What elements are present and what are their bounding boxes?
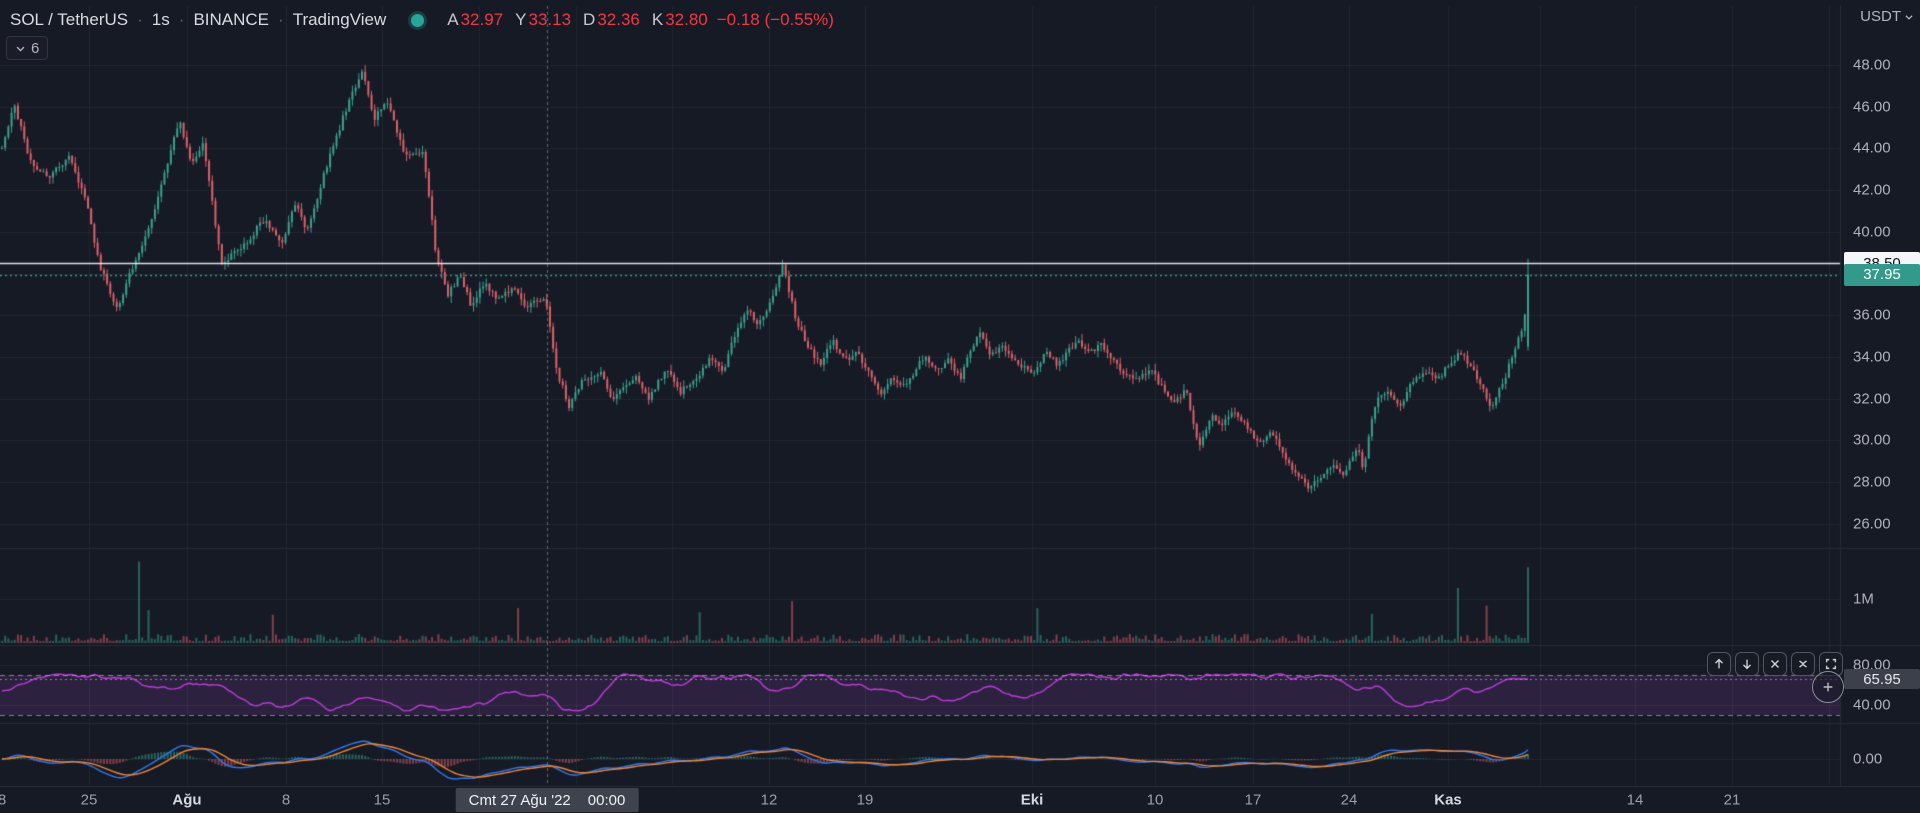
ohlc-letter: Y	[515, 10, 526, 30]
time-tick: 8	[0, 792, 6, 809]
ohlc-pair: Y33.13	[515, 10, 571, 30]
rsi-tick: 40.00	[1853, 697, 1891, 714]
time-tick: 25	[81, 792, 98, 809]
price-scale-currency-menu[interactable]: USDT	[1860, 8, 1914, 25]
currency-label: USDT	[1860, 8, 1901, 25]
ohlc-values: A32.97 Y33.13 D32.36 K32.80	[447, 10, 708, 30]
chevron-down-icon	[15, 43, 26, 54]
time-scale[interactable]: Cmt 27 Ağu '22 00:00 8 25 Ağu 8 15 12 19 Eki 10 1…	[0, 786, 1920, 813]
ohlc-letter: D	[583, 10, 595, 30]
collapse-pane-button[interactable]	[1791, 652, 1815, 676]
time-tick: Ağu	[172, 792, 201, 809]
ohlc-letter: A	[447, 10, 458, 30]
exchange-label: BINANCE	[193, 10, 269, 30]
crosshair-time: 00:00	[588, 792, 626, 809]
price-tick: 34.00	[1853, 348, 1891, 365]
price-tick: 42.00	[1853, 182, 1891, 199]
chart-legend[interactable]: SOL / TetherUS · 1s · BINANCE · TradingV…	[10, 10, 834, 30]
time-tick: 17	[1245, 792, 1262, 809]
ohlc-value: 32.36	[597, 10, 640, 30]
separator: ·	[137, 10, 143, 30]
move-pane-down-button[interactable]	[1735, 652, 1759, 676]
price-tick: 48.00	[1853, 57, 1891, 74]
last-price-label: 37.95	[1844, 264, 1920, 286]
ohlc-pair: D32.36	[583, 10, 640, 30]
price-tick: 32.00	[1853, 390, 1891, 407]
platform-label: TradingView	[293, 10, 387, 30]
ohlc-letter: K	[652, 10, 663, 30]
price-tick: 46.00	[1853, 98, 1891, 115]
close-pane-button[interactable]	[1763, 652, 1787, 676]
time-tick: Kas	[1434, 792, 1462, 809]
separator: ·	[179, 10, 185, 30]
time-tick: 15	[374, 792, 391, 809]
hidden-indicator-count: 6	[31, 40, 39, 57]
time-tick: 21	[1724, 792, 1741, 809]
macd-tick: 0.00	[1853, 751, 1882, 768]
change-value: −0.18 (−0.55%)	[717, 10, 834, 30]
time-tick: 14	[1627, 792, 1644, 809]
object-tree-collapse-button[interactable]: 6	[6, 36, 48, 60]
last-price-value: 37.95	[1863, 266, 1901, 283]
time-tick: 8	[282, 792, 290, 809]
price-tick: 36.00	[1853, 307, 1891, 324]
tradingview-chart-window: SOL / TetherUS · 1s · BINANCE · TradingV…	[0, 0, 1920, 813]
time-tick: 19	[857, 792, 874, 809]
price-tick: 28.00	[1853, 474, 1891, 491]
time-tick: 24	[1341, 792, 1358, 809]
ohlc-pair: K32.80	[652, 10, 708, 30]
price-tick: 26.00	[1853, 515, 1891, 532]
price-tick: 40.00	[1853, 223, 1891, 240]
ohlc-value: 32.97	[461, 10, 504, 30]
ohlc-value: 33.13	[528, 10, 571, 30]
move-pane-up-button[interactable]	[1707, 652, 1731, 676]
time-tick: Eki	[1021, 792, 1044, 809]
market-status-icon[interactable]	[411, 14, 424, 27]
close-icon	[1768, 657, 1782, 671]
ohlc-pair: A32.97	[447, 10, 503, 30]
price-tick: 44.00	[1853, 140, 1891, 157]
maximize-icon	[1824, 657, 1838, 671]
time-tick: 10	[1147, 792, 1164, 809]
symbol-title[interactable]: SOL / TetherUS	[10, 10, 128, 30]
volume-tick: 1M	[1853, 591, 1874, 608]
crosshair-date-tooltip: Cmt 27 Ağu '22 00:00	[456, 788, 639, 812]
rsi-value-label: 65.95	[1844, 669, 1920, 689]
separator: ·	[278, 10, 284, 30]
chart-canvas[interactable]	[0, 0, 1920, 813]
crosshair-date: Cmt 27 Ağu '22	[469, 792, 571, 809]
price-tick: 30.00	[1853, 432, 1891, 449]
time-tick: 12	[761, 792, 778, 809]
collapse-icon	[1796, 657, 1810, 671]
chevron-down-icon	[1904, 12, 1914, 22]
interval-label[interactable]: 1s	[152, 10, 170, 30]
arrow-down-icon	[1740, 657, 1754, 671]
rsi-value: 65.95	[1863, 671, 1901, 688]
arrow-up-icon	[1712, 657, 1726, 671]
ohlc-value: 32.80	[665, 10, 708, 30]
add-alert-plus-icon[interactable]	[1812, 671, 1844, 703]
